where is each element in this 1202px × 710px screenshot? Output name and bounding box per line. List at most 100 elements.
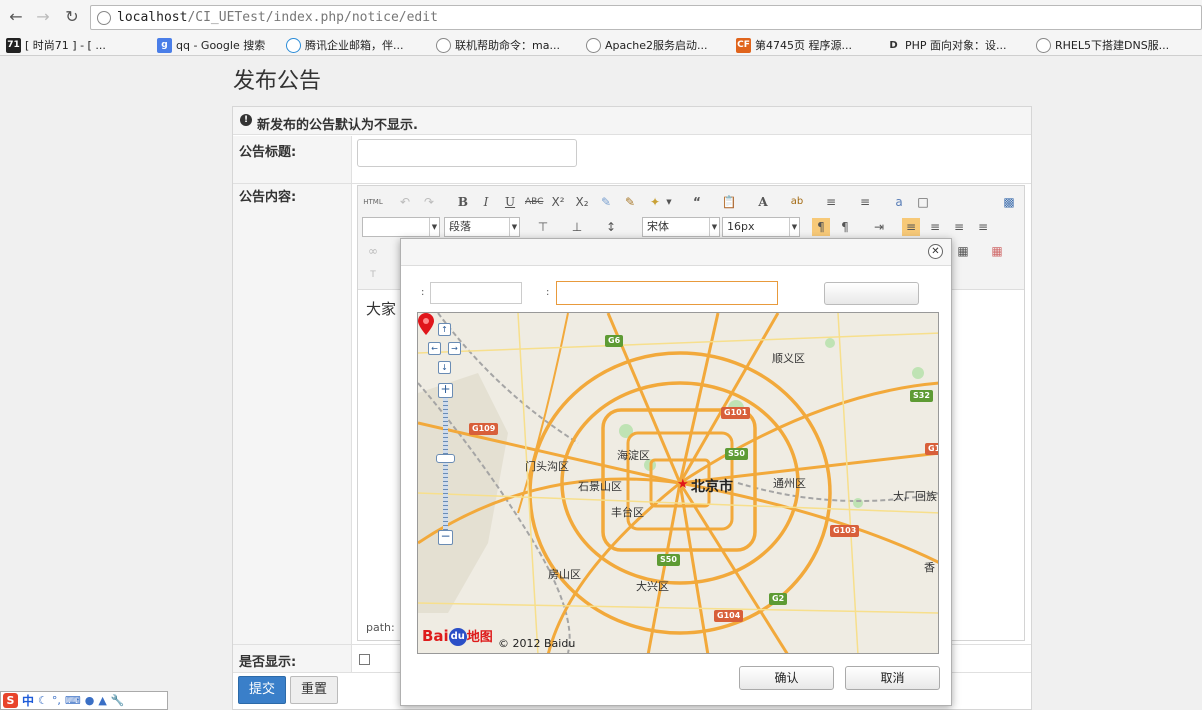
zoom-out-icon[interactable]: − bbox=[438, 530, 453, 545]
align-justify-icon[interactable]: ≡ bbox=[974, 218, 992, 236]
chevron-down-icon: ▼ bbox=[789, 218, 799, 236]
pan-left-icon[interactable]: ← bbox=[428, 342, 441, 355]
bookmark-label: qq - Google 搜索 bbox=[176, 39, 266, 52]
select-all-icon[interactable]: a bbox=[890, 193, 908, 211]
line-height-icon[interactable]: ↕ bbox=[602, 218, 620, 236]
italic-icon[interactable]: I bbox=[477, 193, 495, 211]
clear-doc-icon[interactable]: □ bbox=[914, 193, 932, 211]
baidu-map[interactable]: ↑ ← → ↓ + − G6 G101 G109 S50 S32 G103 S5… bbox=[417, 312, 939, 654]
zoom-in-icon[interactable]: + bbox=[438, 383, 453, 398]
map-label-haidian: 海淀区 bbox=[617, 449, 650, 462]
pan-down-icon[interactable]: ↓ bbox=[438, 361, 451, 374]
editor-path: path: bbox=[366, 621, 395, 634]
font-size-select[interactable]: 16px ▼ bbox=[722, 217, 800, 237]
paste-icon[interactable]: 📋 bbox=[720, 193, 738, 211]
bookmark-tencent-mail[interactable]: 腾讯企业邮箱，伴... bbox=[286, 37, 404, 53]
moon-icon[interactable]: ☾ bbox=[38, 694, 48, 707]
search-button[interactable] bbox=[824, 282, 919, 305]
custom-style-select[interactable]: ▼ bbox=[362, 217, 440, 237]
bookmark-shishang71[interactable]: 71 [ 时尚71 ] - [ ... bbox=[6, 37, 106, 53]
delete-table-icon[interactable]: ▦ bbox=[988, 242, 1006, 260]
paragraph-select[interactable]: 段落 ▼ bbox=[444, 217, 520, 237]
cancel-button[interactable]: 取消 bbox=[845, 666, 940, 690]
eraser-icon[interactable]: ✎ bbox=[597, 193, 615, 211]
ltr-direction-icon[interactable]: ¶ bbox=[812, 218, 830, 236]
row-spacing-bottom-icon[interactable]: ⊥ bbox=[568, 218, 586, 236]
submit-button[interactable]: 提交 bbox=[238, 676, 286, 704]
zoom-slider-handle[interactable] bbox=[436, 454, 455, 463]
bookmark-rhel5-dns[interactable]: RHEL5下搭建DNS服... bbox=[1036, 37, 1169, 53]
bold-icon[interactable]: B bbox=[454, 193, 472, 211]
font-color-icon[interactable]: A bbox=[754, 193, 772, 211]
bookmark-code-source[interactable]: CF 第4745页 程序源... bbox=[736, 37, 852, 53]
chevron-down-icon[interactable]: ▼ bbox=[660, 193, 678, 211]
bookmark-php-oop[interactable]: D PHP 面向对象：设... bbox=[886, 37, 1006, 53]
bookmark-man-help[interactable]: 联机帮助命令：ma... bbox=[436, 37, 560, 53]
blockquote-icon[interactable]: “ bbox=[688, 193, 706, 211]
strikethrough-icon[interactable]: ABC bbox=[525, 193, 543, 211]
indent-icon[interactable]: ⇥ bbox=[870, 218, 888, 236]
php-icon: D bbox=[889, 39, 898, 51]
address-bar[interactable]: localhost/CI_UETest/index.php/notice/edi… bbox=[90, 5, 1202, 30]
page-icon bbox=[97, 11, 111, 25]
superscript-icon[interactable]: X² bbox=[549, 193, 567, 211]
back-icon[interactable]: ← bbox=[6, 7, 26, 27]
unordered-list-icon[interactable]: ≡ bbox=[856, 193, 874, 211]
user-icon[interactable]: ● bbox=[85, 694, 95, 707]
bookmark-label: Apache2服务启动... bbox=[605, 39, 708, 52]
table-icon[interactable]: ▦ bbox=[954, 242, 972, 260]
close-icon[interactable]: ✕ bbox=[928, 244, 943, 259]
undo-icon[interactable]: ↶ bbox=[396, 193, 414, 211]
reset-button[interactable]: 重置 bbox=[290, 676, 338, 704]
text-style-icon[interactable]: T bbox=[364, 266, 382, 284]
chevron-down-icon: ▼ bbox=[429, 218, 439, 236]
punctuation-icon[interactable]: °, bbox=[52, 694, 61, 707]
highway-shield: S32 bbox=[910, 390, 933, 402]
highlight-color-icon[interactable]: ab bbox=[788, 193, 806, 211]
city-input[interactable] bbox=[430, 282, 522, 304]
skin-icon[interactable]: ▲ bbox=[98, 694, 106, 707]
align-center-icon[interactable]: ≡ bbox=[926, 218, 944, 236]
editor-content[interactable]: 大家 bbox=[366, 298, 396, 319]
sogou-icon[interactable]: S bbox=[3, 693, 18, 708]
row-spacing-top-icon[interactable]: ⊤ bbox=[534, 218, 552, 236]
ime-lang-toggle[interactable]: 中 bbox=[22, 692, 34, 709]
redo-icon[interactable]: ↷ bbox=[420, 193, 438, 211]
info-notice: ! 新发布的公告默认为不显示. bbox=[233, 107, 1031, 135]
pan-up-icon[interactable]: ↑ bbox=[438, 323, 451, 336]
notice-text: 新发布的公告默认为不显示. bbox=[257, 118, 418, 133]
tencent-icon bbox=[286, 37, 301, 53]
highway-shield: G101 bbox=[721, 407, 751, 419]
align-right-icon[interactable]: ≡ bbox=[950, 218, 968, 236]
ime-toolbar: S 中 ☾ °, ⌨ ● ▲ 🔧 bbox=[0, 691, 168, 710]
forward-icon[interactable]: → bbox=[33, 7, 53, 27]
format-brush-icon[interactable]: ✎ bbox=[621, 193, 639, 211]
notice-title-input[interactable] bbox=[357, 139, 577, 167]
bookmark-google[interactable]: g qq - Google 搜索 bbox=[157, 37, 265, 53]
confirm-button[interactable]: 确认 bbox=[739, 666, 834, 690]
align-left-icon[interactable]: ≡ bbox=[902, 218, 920, 236]
font-family-select[interactable]: 宋体 ▼ bbox=[642, 217, 720, 237]
wrench-icon[interactable]: 🔧 bbox=[111, 694, 125, 707]
underline-icon[interactable]: U bbox=[501, 193, 519, 211]
bookmarks-bar: 71 [ 时尚71 ] - [ ... g qq - Google 搜索 腾讯企… bbox=[0, 34, 1202, 56]
logo-paw: du bbox=[448, 627, 467, 646]
map-label-dachang: 大厂回族 bbox=[893, 490, 937, 503]
chevron-down-icon: ▼ bbox=[709, 218, 719, 236]
paragraph-select-value: 段落 bbox=[449, 220, 471, 233]
page-title: 发布公告 bbox=[233, 69, 322, 94]
keyboard-icon[interactable]: ⌨ bbox=[65, 694, 81, 707]
html-source-button[interactable]: HTML bbox=[362, 193, 384, 211]
rtl-direction-icon[interactable]: ¶ bbox=[836, 218, 854, 236]
show-checkbox[interactable] bbox=[359, 654, 370, 665]
zoom-slider-track[interactable] bbox=[443, 397, 448, 531]
reload-icon[interactable]: ↻ bbox=[62, 7, 82, 27]
bookmark-apache2[interactable]: Apache2服务启动... bbox=[586, 37, 708, 53]
address-input[interactable] bbox=[556, 281, 778, 305]
fullscreen-icon[interactable]: ▩ bbox=[1000, 193, 1018, 211]
ordered-list-icon[interactable]: ≡ bbox=[822, 193, 840, 211]
subscript-icon[interactable]: X₂ bbox=[573, 193, 591, 211]
link-icon[interactable]: ∞ bbox=[364, 242, 382, 260]
bookmark-label: 第4745页 程序源... bbox=[755, 39, 852, 52]
pan-right-icon[interactable]: → bbox=[448, 342, 461, 355]
